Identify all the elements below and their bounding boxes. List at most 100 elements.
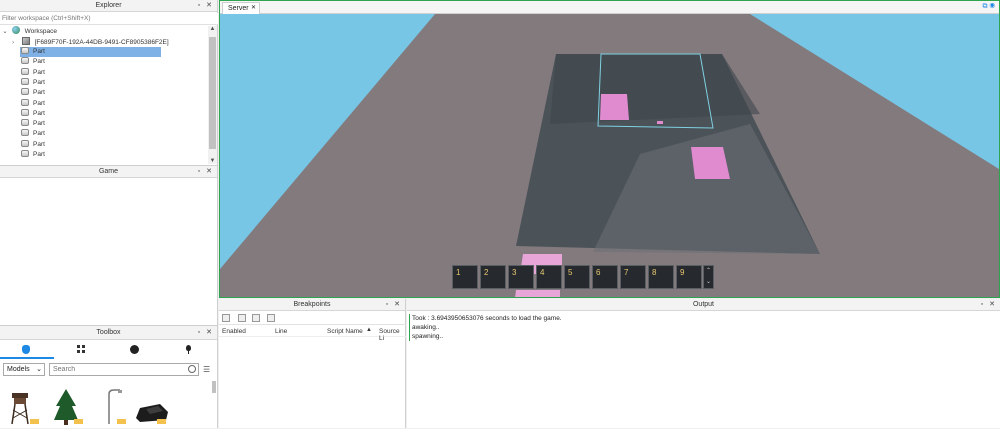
hotbar-toggle-button[interactable]: ⌃ ⌄ <box>703 265 714 289</box>
part-icon <box>21 77 29 85</box>
float-icon[interactable]: ▫ <box>198 2 202 9</box>
output-log: Took : 3.6943950653076 seconds to load t… <box>409 314 989 341</box>
part-label: Part <box>33 78 45 86</box>
settings-icon[interactable] <box>267 314 275 322</box>
tab-server[interactable]: Server ✕ <box>222 2 260 14</box>
scroll-thumb[interactable] <box>209 37 216 149</box>
part-label: Part <box>33 58 45 66</box>
vehicle-model-thumbnail[interactable] <box>136 404 168 424</box>
model-node[interactable]: › [F689F70F-192A-44DB-9491-CF8905386F2E] <box>12 36 169 48</box>
col-line[interactable]: Line <box>275 328 287 335</box>
part-icon <box>21 139 29 147</box>
explorer-scrollbar[interactable]: ▲ ▼ <box>208 26 217 164</box>
explorer-panel: Explorer ▫ ✕ ⌄ Workspace › [F689F70F-192… <box>0 0 218 165</box>
scroll-up-icon[interactable]: ▲ <box>208 26 217 35</box>
hotbar-slot-number: 1 <box>456 268 461 277</box>
explorer-part-item[interactable]: Part <box>20 77 161 88</box>
part-icon <box>21 67 29 75</box>
hotbar-slot[interactable]: 2 <box>480 265 506 289</box>
model-icon <box>21 36 30 45</box>
tab-recent[interactable] <box>108 341 162 359</box>
filter-icon[interactable]: ☰ <box>203 365 210 374</box>
explorer-part-item[interactable]: Part <box>20 129 161 139</box>
pink-part-small[interactable] <box>657 121 663 124</box>
pink-part[interactable] <box>515 290 560 298</box>
search-icon[interactable] <box>188 365 196 373</box>
hotbar-slot[interactable]: 8 <box>648 265 674 289</box>
tab-inventory[interactable] <box>54 341 108 359</box>
viewport[interactable]: Server ✕ ⧉ ◉ 1 2 3 4 5 6 7 8 9 ⌃ ⌄ <box>219 0 1000 298</box>
collapse-arrow-icon[interactable]: ⌄ <box>0 27 10 37</box>
explorer-part-item[interactable]: Part <box>20 47 161 58</box>
part-icon <box>21 57 29 65</box>
hotbar-slot[interactable]: 5 <box>564 265 590 289</box>
hotbar-slot[interactable]: 1 <box>452 265 478 289</box>
hotbar-slot[interactable]: 7 <box>620 265 646 289</box>
part-label: Part <box>33 99 45 107</box>
hotbar-slot-number: 2 <box>484 268 489 277</box>
explorer-part-item[interactable]: Part <box>20 139 161 150</box>
float-icon[interactable]: ▫ <box>198 329 202 336</box>
hotbar-slot-number: 6 <box>596 268 601 277</box>
game-title: Game <box>98 168 119 175</box>
float-icon[interactable]: ▫ <box>198 168 202 175</box>
part-label: Part <box>33 151 45 158</box>
part-icon <box>21 119 29 127</box>
output-header: Output ▫ ✕ <box>407 299 1000 311</box>
watchtower-model-thumbnail[interactable] <box>11 393 39 425</box>
col-script-name[interactable]: Script Name <box>327 328 363 335</box>
toolbox-thumbnails <box>11 389 168 425</box>
view-toggle-icon[interactable]: ⧉ ◉ <box>983 3 995 11</box>
category-select[interactable]: Models ⌄ <box>3 363 45 376</box>
output-line: awaking.. <box>412 324 440 331</box>
toggle-breakpoint-icon[interactable] <box>222 314 230 322</box>
game-panel: Game ▫ ✕ <box>0 165 218 325</box>
close-icon[interactable]: ✕ <box>206 168 214 175</box>
hotbar-slot[interactable]: 9 <box>676 265 702 289</box>
explorer-header: Explorer ▫ ✕ <box>0 0 217 12</box>
close-icon[interactable]: ✕ <box>989 301 997 308</box>
delete-all-icon[interactable] <box>252 314 260 322</box>
toolbox-header: Toolbox ▫ ✕ <box>0 326 217 340</box>
explorer-part-item[interactable]: Part <box>20 108 161 119</box>
tree-model-thumbnail[interactable] <box>54 389 83 425</box>
explorer-part-item[interactable]: Part <box>20 88 161 98</box>
tab-marketplace[interactable] <box>0 341 54 359</box>
close-tab-icon[interactable]: ✕ <box>251 3 256 14</box>
close-icon[interactable]: ✕ <box>394 301 402 308</box>
viewport-tabbar: Server ✕ ⧉ ◉ <box>220 1 999 14</box>
explorer-part-item[interactable]: Part <box>20 57 161 67</box>
part-label: Part <box>33 130 45 138</box>
close-icon[interactable]: ✕ <box>206 329 214 336</box>
tab-creations[interactable] <box>162 341 216 359</box>
disable-all-icon[interactable] <box>238 314 246 322</box>
explorer-part-item[interactable]: Part <box>20 150 161 160</box>
workspace-node[interactable]: ⌄ Workspace <box>0 26 57 36</box>
col-enabled[interactable]: Enabled <box>222 328 246 335</box>
float-icon[interactable]: ▫ <box>386 301 390 308</box>
hotbar-slot[interactable]: 3 <box>508 265 534 289</box>
scroll-down-icon[interactable]: ▼ <box>208 158 217 164</box>
pink-part[interactable] <box>600 94 629 120</box>
explorer-filter-input[interactable] <box>0 13 218 24</box>
explorer-part-item[interactable]: Part <box>20 67 161 78</box>
part-icon <box>21 108 29 116</box>
breakpoints-header: Breakpoints ▫ ✕ <box>219 299 405 311</box>
hotbar-slot[interactable]: 4 <box>536 265 562 289</box>
hotbar-slot-number: 7 <box>624 268 629 277</box>
part-label: Part <box>33 120 45 128</box>
hotbar-slot[interactable]: 6 <box>592 265 618 289</box>
toolbox-search-input[interactable] <box>50 364 180 375</box>
explorer-part-item[interactable]: Part <box>20 119 161 129</box>
explorer-part-item[interactable]: Part <box>20 98 161 109</box>
float-icon[interactable]: ▫ <box>981 301 985 308</box>
toolbox-scrollbar[interactable] <box>212 381 216 393</box>
toolbox-search[interactable] <box>49 363 199 376</box>
expand-arrow-icon[interactable]: › <box>12 38 20 48</box>
breakpoints-panel: Breakpoints ▫ ✕ Enabled Line Script Name… <box>219 299 406 428</box>
marketplace-icon <box>22 345 30 354</box>
col-source-line[interactable]: Source Li <box>379 328 406 342</box>
lamp-post-model-thumbnail[interactable] <box>108 389 126 424</box>
inventory-icon <box>77 345 85 353</box>
close-icon[interactable]: ✕ <box>206 2 214 9</box>
